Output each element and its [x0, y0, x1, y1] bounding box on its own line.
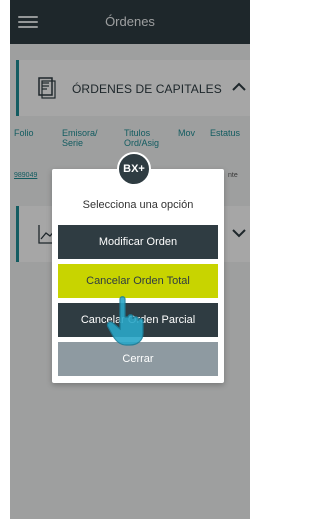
modify-order-button[interactable]: Modificar Orden [58, 225, 218, 259]
app-screen: Órdenes ÓRDENES DE CAPITALES Folio Emiso… [10, 0, 250, 519]
options-dialog: Selecciona una opción Modificar Orden Ca… [52, 169, 224, 383]
dialog-prompt: Selecciona una opción [82, 199, 194, 211]
brand-badge: BX+ [117, 152, 151, 186]
hand-pointer-icon [106, 296, 144, 346]
close-button[interactable]: Cerrar [58, 342, 218, 376]
cancel-total-order-button[interactable]: Cancelar Orden Total [58, 264, 218, 298]
